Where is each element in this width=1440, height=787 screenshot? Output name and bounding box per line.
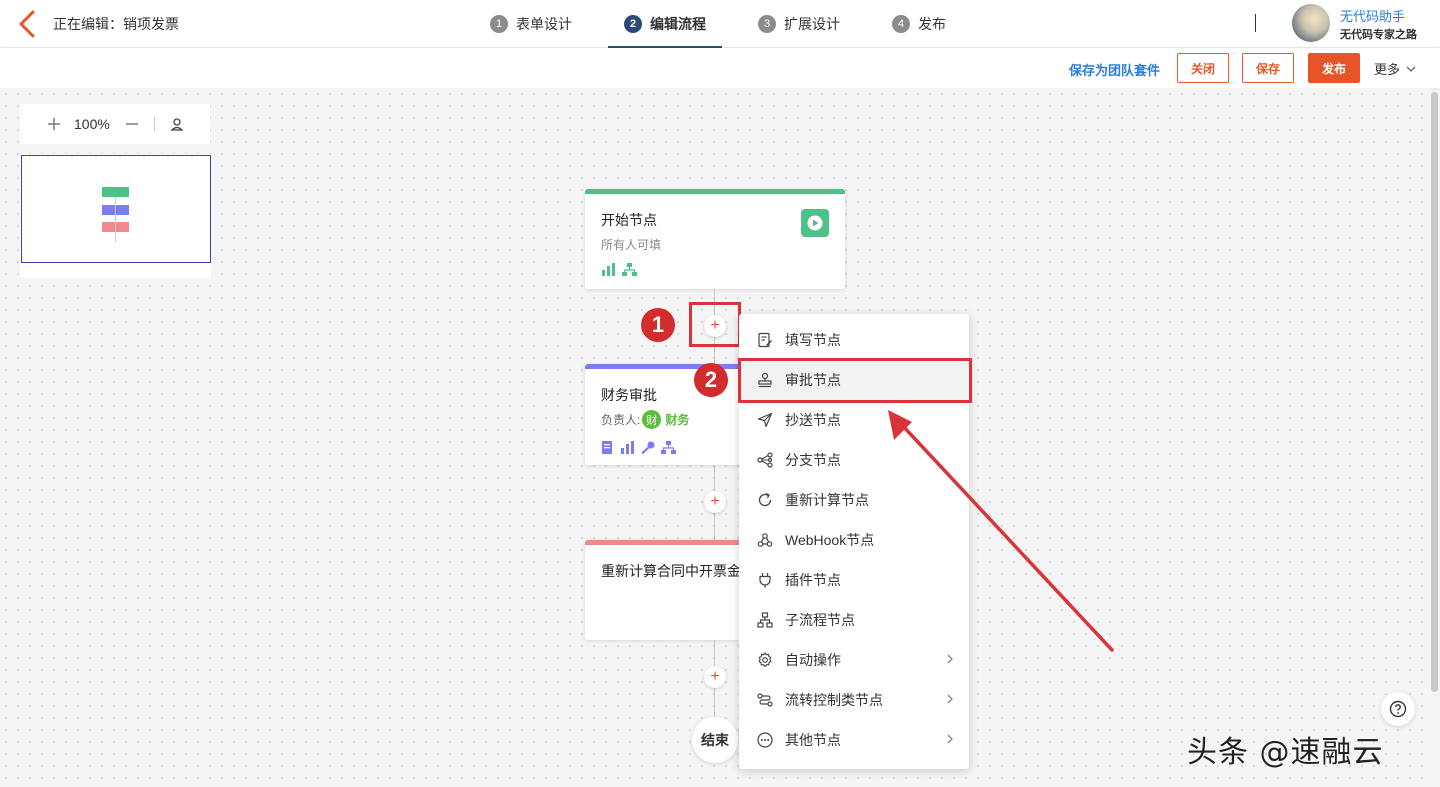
plug-icon — [756, 571, 774, 589]
owner-avatar: 财 — [642, 410, 662, 429]
editing-title: 正在编辑：销项发票 — [53, 14, 179, 34]
step-number: 4 — [892, 15, 910, 33]
step-tabs: 1 表单设计 2 编辑流程 3 扩展设计 4 发布 — [474, 0, 982, 49]
step-label: 发布 — [918, 16, 946, 32]
user-subtitle: 无代码专家之路 — [1340, 29, 1417, 41]
step-number: 2 — [624, 15, 642, 33]
annotation-highlight-approval-item — [738, 358, 972, 403]
step-number: 3 — [758, 15, 776, 33]
start-node[interactable]: 开始节点 所有人可填 — [585, 189, 845, 289]
node-color-bar — [585, 189, 845, 194]
bar-chart-icon — [621, 441, 634, 454]
node-icons — [601, 441, 676, 454]
zoom-out-button[interactable] — [122, 114, 142, 134]
play-icon — [801, 209, 829, 237]
question-icon — [1389, 700, 1407, 718]
add-node-button[interactable]: + — [704, 491, 726, 513]
subflow-icon — [756, 611, 774, 629]
top-header: 正在编辑：销项发票 1 表单设计 2 编辑流程 3 扩展设计 4 发布 无代码助手 无代… — [0, 0, 1440, 49]
zoom-in-button[interactable] — [44, 114, 64, 134]
minus-icon — [125, 123, 138, 125]
owner-name: 财务 — [665, 413, 690, 427]
zoom-level: 100% — [74, 116, 110, 132]
step-number: 1 — [490, 15, 508, 33]
key-icon — [641, 441, 655, 454]
menu-item-label: 重新计算节点 — [785, 492, 869, 508]
help-button[interactable] — [1381, 692, 1415, 726]
document-icon — [602, 441, 612, 454]
step-label: 编辑流程 — [650, 16, 706, 32]
node-owner: 负责人: 财 财务 — [601, 410, 689, 429]
more-dots-icon — [756, 731, 774, 749]
menu-item-label: WebHook节点 — [785, 532, 875, 548]
add-node-button[interactable]: + — [704, 666, 726, 688]
more-label: 更多 — [1374, 62, 1401, 77]
node-title: 重新计算合同中开票金 — [601, 563, 741, 579]
menu-item-label: 子流程节点 — [785, 612, 855, 628]
watermark: 头条 @速融云 — [1187, 735, 1384, 770]
zoom-toolbar: 100% — [20, 104, 210, 144]
locate-button[interactable] — [167, 114, 187, 134]
webhook-icon — [756, 531, 774, 549]
plus-icon — [48, 118, 60, 130]
save-button[interactable]: 保存 — [1242, 53, 1295, 83]
menu-item-label: 流转控制类节点 — [785, 692, 883, 708]
action-bar: 保存为团队套件 关闭 保存 发布 更多 — [0, 48, 1440, 88]
menu-item-label: 填写节点 — [785, 332, 841, 348]
menu-item-other-nodes[interactable]: 其他节点 — [739, 720, 969, 760]
owner-label: 负责人: — [601, 413, 641, 427]
menu-item-label: 分支节点 — [785, 452, 841, 468]
flow-control-icon — [756, 691, 774, 709]
avatar[interactable] — [1292, 4, 1330, 42]
menu-item-label: 抄送节点 — [785, 412, 841, 428]
step-label: 扩展设计 — [784, 16, 840, 32]
org-tree-icon — [622, 263, 637, 276]
annotation-arrow — [888, 410, 1114, 652]
publish-button[interactable]: 发布 — [1308, 53, 1361, 83]
annotation-marker-1: 1 — [641, 308, 675, 342]
branch-icon — [756, 451, 774, 469]
vertical-scrollbar[interactable] — [1431, 92, 1438, 692]
menu-item-fill-node[interactable]: 填写节点 — [739, 320, 969, 360]
org-tree-icon — [661, 441, 676, 454]
menu-item-label: 插件节点 — [785, 572, 841, 588]
minimap[interactable] — [20, 154, 211, 278]
chevron-right-icon — [947, 734, 953, 744]
minimap-start-node — [102, 187, 129, 197]
editing-label: 正在编辑： — [53, 16, 123, 32]
back-arrow-icon[interactable] — [14, 8, 40, 40]
more-dropdown[interactable]: 更多 — [1374, 59, 1418, 78]
locate-icon — [170, 118, 184, 131]
user-name[interactable]: 无代码助手 — [1340, 6, 1405, 25]
annotation-marker-2: 2 — [694, 363, 728, 397]
node-title: 财务审批 — [601, 387, 657, 403]
tab-form-design[interactable]: 1 表单设计 — [474, 0, 588, 48]
close-button[interactable]: 关闭 — [1177, 53, 1230, 83]
annotation-highlight-add-button — [689, 302, 741, 347]
step-label: 表单设计 — [516, 16, 572, 32]
form-edit-icon — [756, 331, 774, 349]
tab-extension-design[interactable]: 3 扩展设计 — [742, 0, 856, 48]
chevron-down-icon — [1406, 66, 1416, 72]
minimap-line — [115, 197, 116, 242]
header-divider — [1255, 14, 1256, 32]
node-title: 开始节点 — [601, 212, 657, 228]
menu-item-label: 其他节点 — [785, 732, 841, 748]
tab-edit-flow[interactable]: 2 编辑流程 — [608, 0, 722, 49]
menu-item-flow-control[interactable]: 流转控制类节点 — [739, 680, 969, 720]
zoom-separator — [153, 116, 155, 132]
chevron-right-icon — [947, 694, 953, 704]
bar-chart-icon — [602, 263, 615, 276]
node-subtitle: 所有人可填 — [601, 238, 662, 252]
refresh-icon — [756, 491, 774, 509]
form-name: 销项发票 — [123, 16, 179, 32]
gear-icon — [756, 651, 774, 669]
tab-publish[interactable]: 4 发布 — [876, 0, 962, 48]
node-icons — [601, 263, 637, 276]
save-as-team-suite-link[interactable]: 保存为团队套件 — [1069, 60, 1160, 79]
menu-item-label: 自动操作 — [785, 652, 841, 668]
send-icon — [756, 411, 774, 429]
end-node: 结束 — [692, 717, 738, 763]
